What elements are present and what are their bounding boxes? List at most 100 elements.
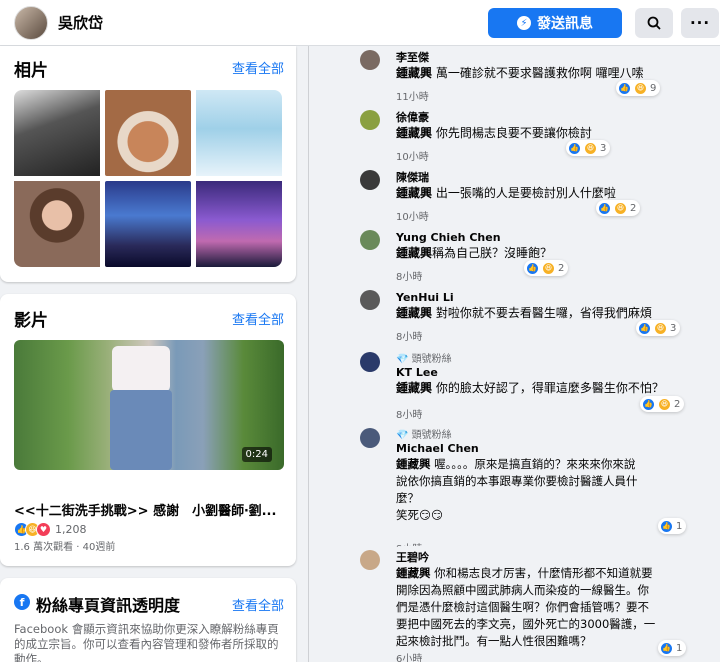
like-reaction-icon: 👍 (618, 81, 631, 95)
haha-reaction-icon: 😆 (614, 201, 627, 215)
video-figure-shirt (112, 346, 170, 392)
comment-reactions[interactable]: 👍 😆 2 (640, 396, 685, 412)
commenter-avatar[interactable] (360, 428, 380, 448)
photo-thumbnail[interactable] (14, 181, 100, 267)
video-figure-jeans (110, 390, 172, 470)
comment-mention[interactable]: 鍾藏興 (396, 306, 432, 320)
comment-text: 鍾藏興 出一張嘴的人是要檢討別人什麼啦 (396, 186, 616, 200)
comment-mention[interactable]: 鍾藏興 (396, 381, 432, 395)
haha-reaction-icon: 😆 (658, 397, 671, 411)
photos-card: 相片 查看全部 (0, 46, 296, 282)
like-reaction-icon: 👍 (598, 201, 611, 215)
like-reaction-icon: 👍 (660, 641, 673, 655)
comment-timestamp[interactable]: 10小時 (396, 148, 429, 163)
commenter-name[interactable]: Michael Chen (396, 442, 674, 456)
send-message-button[interactable]: ⚡ 發送訊息 (488, 8, 622, 38)
comment-reactions[interactable]: 👍 😆 3 (636, 320, 681, 336)
comment-text: 鍾藏興 你的臉太好認了，得罪這麼多醫生你不怕？ (396, 381, 664, 395)
video-title[interactable]: <<十二街洗手挑戰>> 感謝 小劉醫師‧劉... (14, 500, 284, 519)
commenter-name[interactable]: YenHui Li (396, 291, 652, 305)
more-icon: ··· (689, 14, 711, 32)
commenter-avatar[interactable] (360, 352, 380, 372)
transparency-see-all-link[interactable]: 查看全部 (232, 595, 284, 614)
videos-see-all-link[interactable]: 查看全部 (232, 309, 284, 328)
photo-thumbnail[interactable] (105, 90, 191, 176)
photo-thumbnail[interactable] (196, 181, 282, 267)
transparency-card: f 粉絲專頁資訊透明度 查看全部 Facebook 會顯示資訊來協助你更深入瞭解… (0, 578, 296, 662)
messenger-icon: ⚡ (517, 16, 531, 30)
search-button[interactable] (635, 8, 673, 38)
like-reaction-icon: 👍 (526, 261, 539, 275)
commenter-name[interactable]: KT Lee (396, 366, 664, 380)
photos-see-all-link[interactable]: 查看全部 (232, 58, 284, 77)
comment-mention[interactable]: 鍾藏興 (396, 566, 431, 580)
comment-text: 鍾藏興 你和楊志良才厉害，什麼情形都不知道就要 開除因為照顧中國武肺病人而染疫的… (396, 566, 656, 648)
like-reaction-icon: 👍 (660, 519, 673, 533)
comment-bubble: 王碧吟 鍾藏興 你和楊志良才厉害，什麼情形都不知道就要 開除因為照顧中國武肺病人… (386, 546, 686, 656)
comment-mention[interactable]: 鍾藏興 (396, 246, 432, 260)
commenter-name[interactable]: 陳傑瑞 (396, 171, 616, 185)
comment-reactions[interactable]: 👍 😆 9 (616, 80, 661, 96)
comment-text: 鍾藏興 萬一確診就不要求醫護救你啊 囉哩八嗦 (396, 66, 644, 80)
video-reactions[interactable]: 👍 😆 ♥ 1,208 (14, 522, 87, 537)
comment-mention[interactable]: 鍾藏興 (396, 126, 432, 140)
photo-grid (14, 90, 284, 314)
commenter-name[interactable]: 李至傑 (396, 51, 644, 65)
reaction-count: 1,208 (55, 523, 87, 536)
comment-reactions[interactable]: 👍 😆 2 (596, 200, 641, 216)
haha-reaction-icon: 😆 (654, 321, 667, 335)
transparency-text: Facebook 會顯示資訊來協助你更深入瞭解粉絲專頁的成立宗旨。你可以查看內容… (14, 622, 279, 662)
commenter-avatar[interactable] (360, 170, 380, 190)
video-duration: 0:24 (241, 447, 272, 462)
comment-mention[interactable]: 鍾藏興 (396, 457, 431, 471)
search-icon (647, 16, 661, 30)
comment-timestamp[interactable]: 10小時 (396, 208, 429, 223)
videos-card: 影片 查看全部 0:24 <<十二街洗手挑戰>> 感謝 小劉醫師‧劉... 👍 … (0, 294, 296, 566)
commenter-name[interactable]: Yung Chieh Chen (396, 231, 552, 245)
comment-bubble: 💎 頭號粉絲 KT Lee 鍾藏興 你的臉太好認了，得罪這麼多醫生你不怕？ (386, 348, 676, 403)
photo-thumbnail[interactable] (14, 90, 100, 176)
commenter-avatar[interactable] (360, 230, 380, 250)
comment-reactions[interactable]: 👍 😆 2 (524, 260, 569, 276)
column-divider (308, 46, 309, 662)
comment-timestamp[interactable]: 8小時 (396, 328, 422, 343)
page-header: 吳欣岱 ⚡ 發送訊息 ··· (0, 0, 720, 46)
video-meta: 1.6 萬次觀看 · 40週前 (14, 542, 116, 553)
comment-timestamp[interactable]: 8小時 (396, 268, 422, 283)
like-reaction-icon: 👍 (568, 141, 581, 155)
commenter-name[interactable]: 徐偉豪 (396, 111, 592, 125)
comment-timestamp[interactable]: 8小時 (396, 406, 422, 421)
more-options-button[interactable]: ··· (681, 8, 719, 38)
comment-mention[interactable]: 鍾藏興 (396, 66, 432, 80)
comment-bubble: 李至傑 鍾藏興 萬一確診就不要求醫護救你啊 囉哩八嗦 (386, 46, 656, 88)
comment-text: 鍾藏興 喔。。。。原來是搞直銷的？來來來你來說 說依你搞直銷的本事跟專業你要檢討… (396, 457, 638, 522)
video-thumbnail[interactable]: 0:24 (14, 340, 284, 470)
comment-text: 鍾藏興 對啦你就不要去看醫生囉，省得我們麻煩 (396, 306, 652, 320)
comment-mention[interactable]: 鍾藏興 (396, 186, 432, 200)
comment-text: 鍾藏興 你先問楊志良要不要讓你檢討 (396, 126, 592, 140)
send-message-label: 發送訊息 (537, 16, 593, 32)
comment-bubble: 💎 頭號粉絲 Michael Chen 鍾藏興 喔。。。。原來是搞直銷的？來來來… (386, 424, 686, 530)
comment-timestamp[interactable]: 11小時 (396, 88, 429, 103)
comments-list: 李至傑 鍾藏興 萬一確診就不要求醫護救你啊 囉哩八嗦 👍 😆 9 11小時 徐偉豪 … (310, 46, 720, 662)
haha-reaction-icon: 😆 (634, 81, 647, 95)
comment-timestamp[interactable]: 6小時 (396, 650, 422, 662)
comment-bubble: YenHui Li 鍾藏興 對啦你就不要去看醫生囉，省得我們麻煩 (386, 286, 664, 328)
comment-reactions[interactable]: 👍 1 (658, 640, 687, 656)
photo-thumbnail[interactable] (196, 90, 282, 176)
photo-thumbnail[interactable] (105, 181, 191, 267)
page-name[interactable]: 吳欣岱 (58, 12, 103, 33)
commenter-avatar[interactable] (360, 50, 380, 70)
transparency-title: 粉絲專頁資訊透明度 (36, 596, 181, 615)
comment-reactions[interactable]: 👍 1 (658, 518, 687, 534)
facebook-icon: f (14, 594, 30, 610)
commenter-avatar[interactable] (360, 550, 380, 570)
commenter-name[interactable]: 王碧吟 (396, 551, 674, 565)
haha-reaction-icon: 😆 (542, 261, 555, 275)
page-avatar[interactable] (14, 6, 48, 40)
comment-reactions[interactable]: 👍 😆 3 (566, 140, 611, 156)
like-reaction-icon: 👍 (638, 321, 651, 335)
videos-title: 影片 (14, 311, 48, 331)
commenter-avatar[interactable] (360, 290, 380, 310)
commenter-avatar[interactable] (360, 110, 380, 130)
